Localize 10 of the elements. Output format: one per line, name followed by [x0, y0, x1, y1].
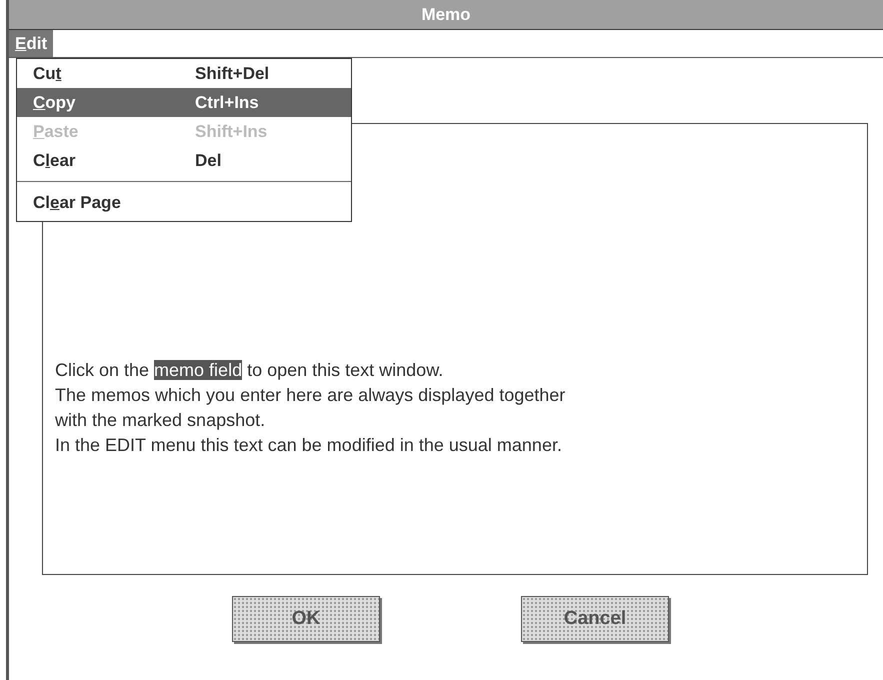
menu-item[interactable]: Copy Ctrl+Ins: [17, 88, 351, 117]
memo-text-line: Click on the memo field to open this text window.: [55, 360, 444, 381]
menu-title[interactable]: Edit: [9, 30, 54, 57]
dialog-button[interactable]: OK: [232, 596, 380, 642]
dialog-button[interactable]: Cancel: [521, 596, 669, 642]
memo-text-line: In the EDIT menu this text can be modified in the usual manner.: [55, 435, 562, 456]
window-title: Memo: [9, 0, 883, 30]
menu-item[interactable]: Cut Shift+Del: [17, 59, 351, 88]
memo-text-line: The memos which you enter here are always displayed together: [55, 385, 566, 406]
memo-text-line: with the marked snapshot.: [55, 410, 266, 431]
